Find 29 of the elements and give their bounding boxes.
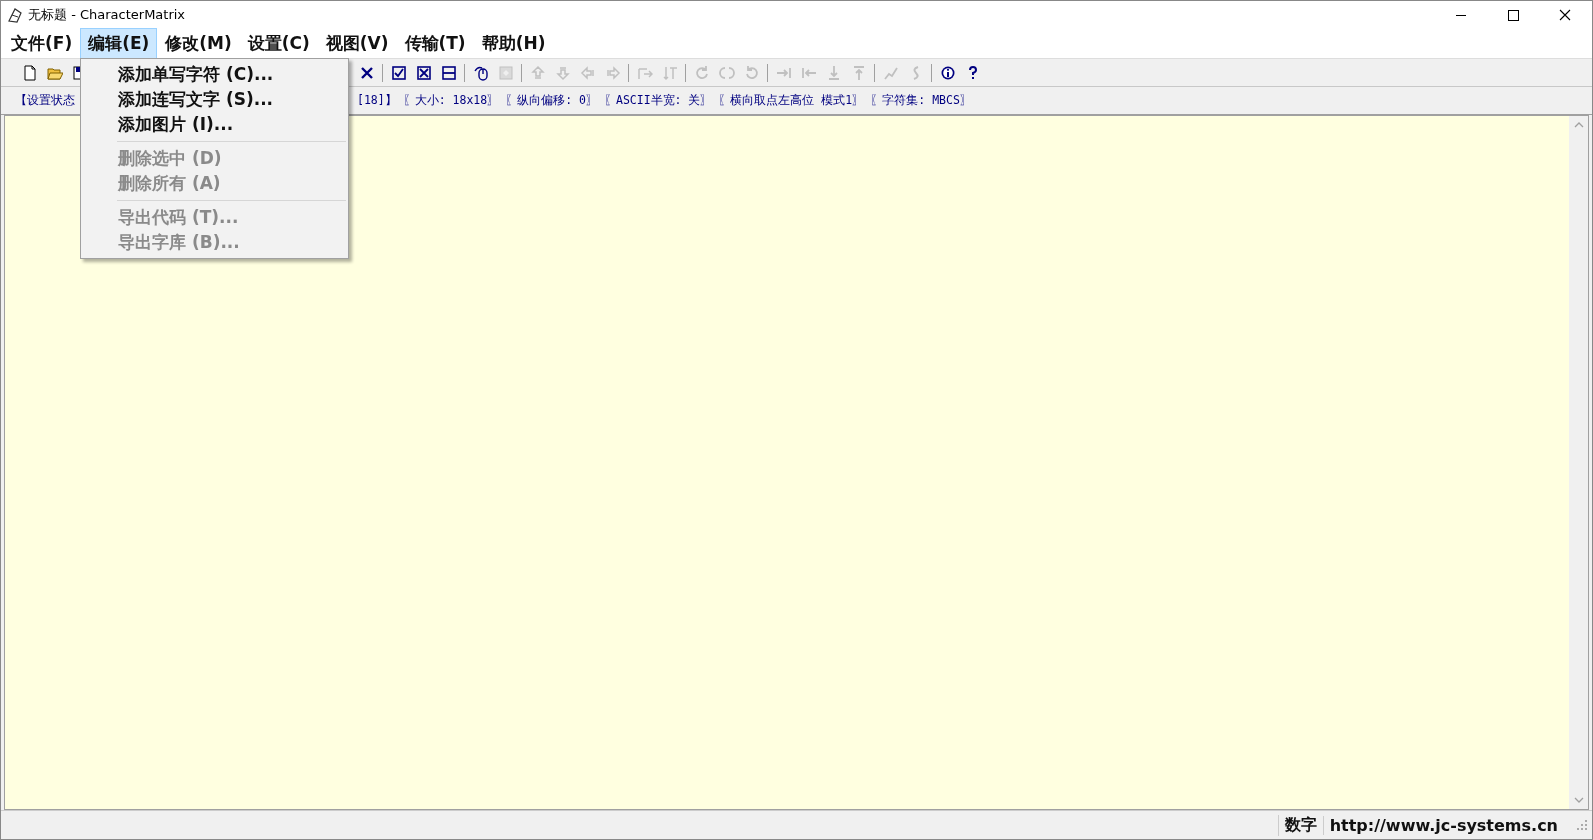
- info-text: 〖横向取点左高位 模式1〗: [718, 93, 865, 108]
- menu-option[interactable]: 添加连写文字 (S)...: [81, 87, 348, 112]
- info-icon[interactable]: [939, 64, 956, 81]
- app-icon: [6, 6, 24, 24]
- info-text: [18]】: [357, 93, 397, 108]
- document-icon[interactable]: [21, 64, 38, 81]
- menu-item[interactable]: 修改(M): [157, 28, 240, 59]
- status-text: http://www.jc-systems.cn: [1322, 815, 1564, 835]
- menu-item[interactable]: 编辑(E): [80, 28, 158, 59]
- resize-grip-icon[interactable]: [1576, 819, 1588, 831]
- menu-option[interactable]: 添加图片 (I)...: [81, 112, 348, 137]
- menu-option[interactable]: 添加单写字符 (C)...: [81, 62, 348, 87]
- info-text: 【设置状态: [15, 92, 75, 109]
- info-text: 〖纵向偏移: 0〗: [505, 93, 598, 108]
- menu-item[interactable]: 帮助(H): [473, 28, 554, 59]
- checkbox-icon[interactable]: [390, 64, 407, 81]
- status-text: 数字: [1277, 814, 1323, 836]
- scrollbar[interactable]: [1569, 116, 1588, 809]
- info-text: 〖ASCII半宽: 关〗: [603, 93, 713, 108]
- minus-box-icon[interactable]: [440, 64, 457, 81]
- window-title: 无标题 - CharacterMatrix: [28, 6, 187, 24]
- info-text: 〖大小: 18x18〗: [402, 93, 500, 108]
- mouse-icon[interactable]: [472, 64, 489, 81]
- menu-item[interactable]: 设置(C): [239, 28, 318, 59]
- info-text: 〖字符集: MBCS〗: [870, 93, 972, 108]
- menu-item[interactable]: 传输(T): [396, 28, 474, 59]
- menu-item[interactable]: 视图(V): [317, 28, 397, 59]
- menu-item[interactable]: 文件(F): [3, 28, 81, 59]
- crossed-box-icon[interactable]: [415, 64, 432, 81]
